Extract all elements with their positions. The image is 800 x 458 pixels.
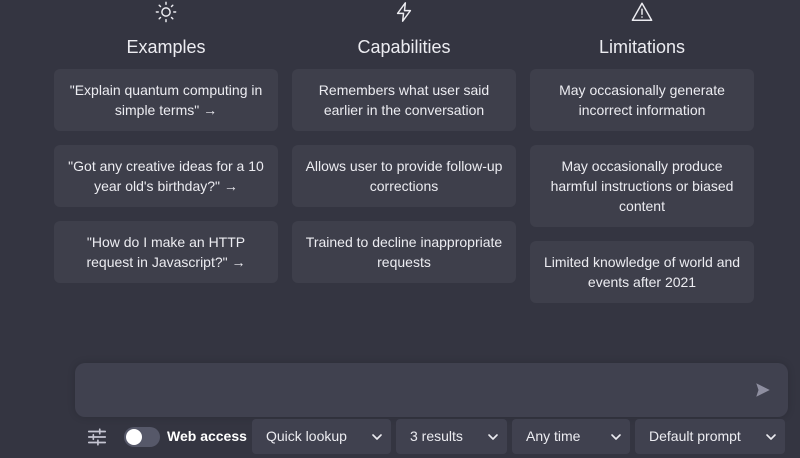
web-access-toggle[interactable] [124, 427, 160, 447]
capability-card-decline: Trained to decline inappropriate request… [292, 221, 516, 283]
examples-column: Examples "Explain quantum computing in s… [54, 0, 278, 303]
capabilities-cards: Remembers what user said earlier in the … [292, 69, 516, 283]
sliders-icon[interactable] [86, 426, 108, 448]
capabilities-title: Capabilities [357, 37, 451, 57]
examples-title: Examples [126, 37, 206, 57]
web-access-label: Web access [167, 428, 247, 444]
capabilities-column: Capabilities Remembers what user said ea… [292, 0, 516, 303]
intro-columns: Examples "Explain quantum computing in s… [54, 0, 756, 303]
chevron-down-icon [766, 434, 776, 440]
search-mode-select[interactable]: Quick lookup [252, 419, 391, 454]
search-mode-value: Quick lookup [266, 428, 347, 444]
chevron-down-icon [611, 434, 621, 440]
examples-cards: "Explain quantum computing in simple ter… [54, 69, 278, 283]
example-card-birthday[interactable]: "Got any creative ideas for a 10 year ol… [54, 145, 278, 207]
results-count-value: 3 results [410, 428, 463, 444]
limitations-column: Limitations May occasionally generate in… [530, 0, 754, 303]
chevron-down-icon [372, 434, 382, 440]
time-range-value: Any time [526, 428, 581, 444]
limitation-card-knowledge: Limited knowledge of world and events af… [530, 241, 754, 303]
warning-icon [530, 0, 754, 24]
send-button[interactable] [752, 379, 774, 401]
message-input-box [75, 363, 788, 417]
limitations-title: Limitations [598, 37, 686, 57]
chevron-down-icon [488, 434, 498, 440]
example-card-quantum[interactable]: "Explain quantum computing in simple ter… [54, 69, 278, 131]
message-input[interactable] [89, 377, 733, 407]
lightning-icon [292, 0, 516, 24]
time-range-select[interactable]: Any time [512, 419, 630, 454]
capability-card-corrections: Allows user to provide follow-up correct… [292, 145, 516, 207]
prompt-value: Default prompt [649, 428, 741, 444]
results-count-select[interactable]: 3 results [396, 419, 507, 454]
limitation-card-incorrect: May occasionally generate incorrect info… [530, 69, 754, 131]
web-access-toolbar: Web access Quick lookup 3 results Any ti… [0, 418, 800, 458]
sun-icon [54, 0, 278, 24]
capability-card-memory: Remembers what user said earlier in the … [292, 69, 516, 131]
send-icon [756, 383, 770, 397]
prompt-select[interactable]: Default prompt [635, 419, 785, 454]
toggle-knob [126, 429, 142, 445]
example-card-http[interactable]: "How do I make an HTTP request in Javasc… [54, 221, 278, 283]
limitation-card-harmful: May occasionally produce harmful instruc… [530, 145, 754, 227]
limitations-cards: May occasionally generate incorrect info… [530, 69, 754, 303]
